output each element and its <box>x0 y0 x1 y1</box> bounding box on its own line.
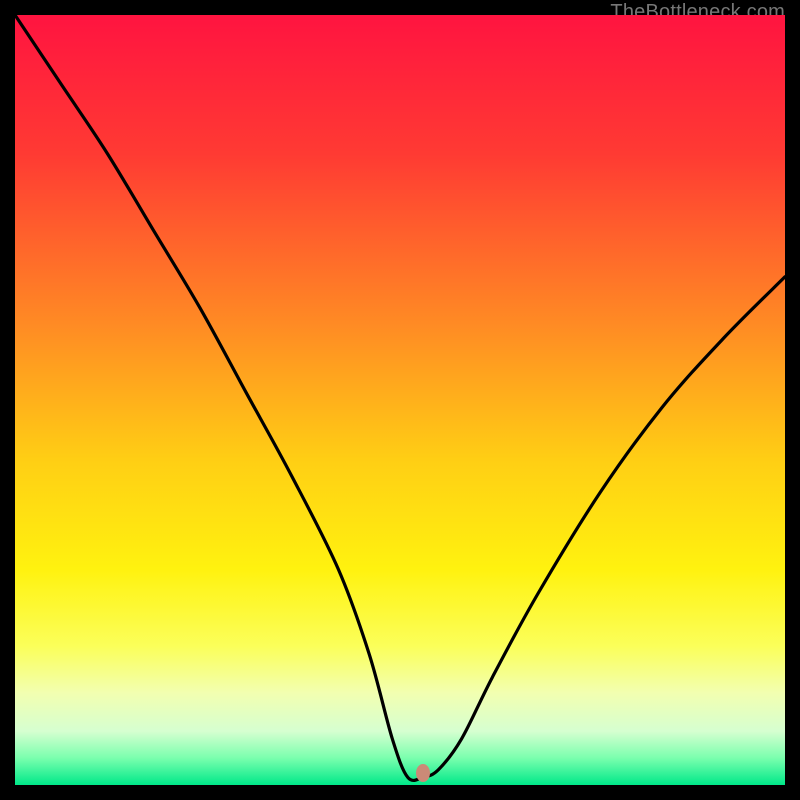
plot-area: TheBottleneck.com <box>15 15 785 785</box>
optimal-point-marker <box>416 764 430 782</box>
background-gradient <box>15 15 785 785</box>
chart-frame: TheBottleneck.com <box>0 0 800 800</box>
